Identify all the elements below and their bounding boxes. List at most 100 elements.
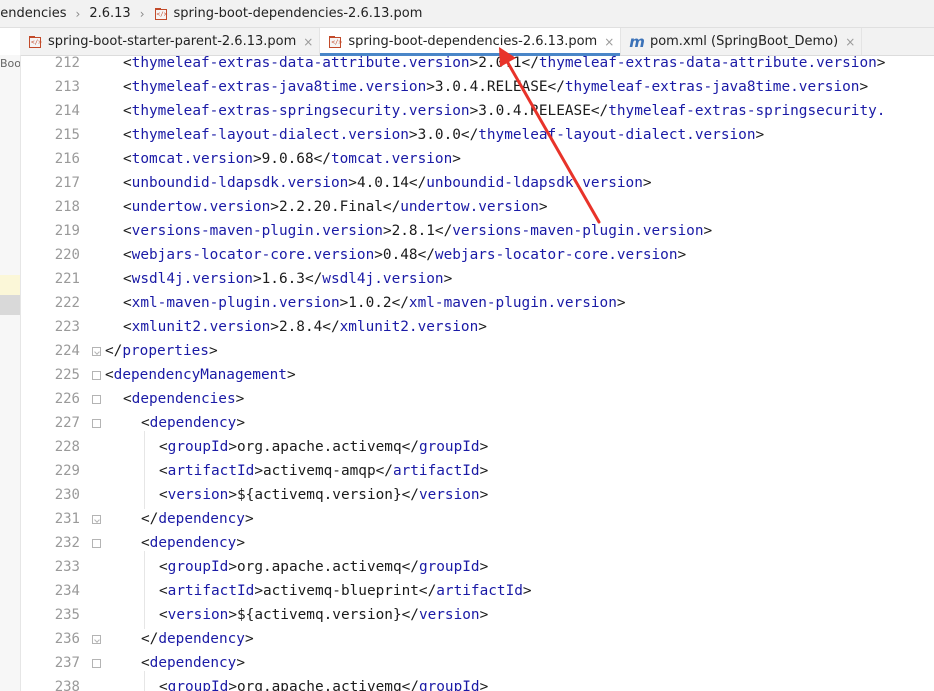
close-icon[interactable]: ×: [604, 35, 614, 49]
code-line[interactable]: 232 <dependency>: [20, 531, 934, 555]
code-line[interactable]: 216 <tomcat.version>9.0.68</tomcat.versio…: [20, 147, 934, 171]
xml-text: <: [159, 679, 168, 691]
code-line[interactable]: 228 <groupId>org.apache.activemq</groupId…: [20, 435, 934, 459]
xml-tag-name: tomcat.version: [131, 151, 253, 167]
code-line[interactable]: 221 <wsdl4j.version>1.6.3</wsdl4j.version…: [20, 267, 934, 291]
code-line[interactable]: 231 </dependency>: [20, 507, 934, 531]
xml-tag-name: dependencies: [131, 391, 236, 407]
fold-toggle-icon[interactable]: [92, 659, 101, 668]
code-line[interactable]: 222 <xml-maven-plugin.version>1.0.2</xml-…: [20, 291, 934, 315]
line-number: 237: [54, 655, 80, 671]
xml-text: >: [208, 343, 218, 359]
code-text: <thymeleaf-extras-java8time.version>3.0.…: [123, 75, 868, 99]
xml-tag-name: thymeleaf-extras-data-attribute.version: [131, 55, 470, 71]
code-editor[interactable]: 212 <thymeleaf-extras-data-attribute.vers…: [20, 55, 934, 691]
xml-text: >: [479, 463, 489, 479]
xml-text: <: [141, 415, 150, 431]
code-line[interactable]: 236 </dependency>: [20, 627, 934, 651]
xml-text: <: [123, 391, 132, 407]
xml-text: <: [105, 367, 114, 383]
code-line[interactable]: 227 <dependency>: [20, 411, 934, 435]
code-line[interactable]: 234 <artifactId>activemq-blueprint</artif…: [20, 579, 934, 603]
code-text: <artifactId>activemq-blueprint</artifact…: [159, 579, 532, 603]
code-line[interactable]: 219 <versions-maven-plugin.version>2.8.1<…: [20, 219, 934, 243]
xml-tag-name: version: [418, 487, 480, 503]
code-line[interactable]: 238 <groupId>org.apache.activemq</groupId…: [20, 675, 934, 691]
code-line[interactable]: 225 <dependencyManagement>: [20, 363, 934, 387]
breadcrumb-item-version[interactable]: 2.6.13: [89, 6, 130, 21]
line-number: 235: [54, 607, 80, 623]
xml-tag-name: xmlunit2.version: [131, 319, 271, 335]
close-icon[interactable]: ×: [303, 35, 313, 49]
code-line[interactable]: 218 <undertow.version>2.2.20.Final</under…: [20, 195, 934, 219]
fold-toggle-icon[interactable]: [92, 539, 101, 548]
maven-m-icon: m: [629, 32, 645, 51]
editor-tab-bar: </> spring-boot-starter-parent-2.6.13.po…: [20, 28, 934, 56]
code-line[interactable]: 226 <dependencies>: [20, 387, 934, 411]
fold-end-icon[interactable]: [92, 635, 101, 644]
xml-text: >: [244, 631, 254, 647]
code-line[interactable]: 215 <thymeleaf-layout-dialect.version>3.0…: [20, 123, 934, 147]
code-line[interactable]: 217 <unboundid-ldapsdk.version>4.0.14</un…: [20, 171, 934, 195]
code-text: <groupId>org.apache.activemq</groupId>: [159, 435, 488, 459]
xml-tag-name: dependency: [158, 511, 245, 527]
code-line[interactable]: 220 <webjars-locator-core.version>0.48</w…: [20, 243, 934, 267]
tab-spring-boot-dependencies[interactable]: </> spring-boot-dependencies-2.6.13.pom …: [320, 28, 622, 56]
fold-toggle-icon[interactable]: [92, 395, 101, 404]
maven-pom-icon: </>: [28, 35, 42, 49]
line-number: 238: [54, 679, 80, 691]
xml-text: <: [123, 319, 132, 335]
code-line[interactable]: 233 <groupId>org.apache.activemq</groupId…: [20, 555, 934, 579]
close-icon[interactable]: ×: [845, 35, 855, 49]
tab-spring-boot-starter-parent[interactable]: </> spring-boot-starter-parent-2.6.13.po…: [20, 28, 321, 55]
xml-text: >: [286, 367, 296, 383]
xml-text: >: [755, 127, 765, 143]
xml-text: >2.8.1</: [382, 223, 453, 239]
project-panel-edge[interactable]: Boo: [0, 55, 21, 691]
code-line[interactable]: 213 <thymeleaf-extras-java8time.version>3…: [20, 75, 934, 99]
xml-text: <: [123, 223, 132, 239]
code-line[interactable]: 212 <thymeleaf-extras-data-attribute.vers…: [20, 55, 934, 75]
breadcrumb-item-artifact[interactable]: pendencies: [0, 6, 67, 21]
fold-end-icon[interactable]: [92, 347, 101, 356]
tab-label: spring-boot-dependencies-2.6.13.pom: [348, 34, 598, 49]
code-line[interactable]: 230 <version>${activemq.version}</version…: [20, 483, 934, 507]
code-text: <dependency>: [141, 411, 245, 435]
code-text: <groupId>org.apache.activemq</groupId>: [159, 675, 488, 691]
fold-toggle-icon[interactable]: [92, 371, 101, 380]
code-line[interactable]: 237 <dependency>: [20, 651, 934, 675]
line-number: 220: [54, 247, 80, 263]
tab-pom-xml[interactable]: m pom.xml (SpringBoot_Demo) ×: [621, 28, 863, 55]
code-line[interactable]: 224 </properties>: [20, 339, 934, 363]
xml-text: </: [105, 343, 123, 359]
breadcrumb-separator-icon: ›: [75, 6, 81, 21]
maven-pom-icon: </>: [328, 35, 342, 49]
code-line[interactable]: 229 <artifactId>activemq-amqp</artifactId…: [20, 459, 934, 483]
breadcrumb-item-file[interactable]: spring-boot-dependencies-2.6.13.pom: [174, 6, 423, 21]
line-number: 213: [54, 79, 80, 95]
xml-text: >9.0.68</: [252, 151, 331, 167]
code-line[interactable]: 235 <version>${activemq.version}</version…: [20, 603, 934, 627]
xml-tag-name: thymeleaf-extras-springsecurity.: [608, 103, 886, 119]
xml-text: >: [479, 559, 489, 575]
code-text: <wsdl4j.version>1.6.3</wsdl4j.version>: [123, 267, 452, 291]
xml-tag-name: artifactId: [392, 463, 480, 479]
xml-text: <: [159, 559, 168, 575]
project-panel-text: Boo: [0, 57, 21, 70]
tab-label: spring-boot-starter-parent-2.6.13.pom: [48, 34, 297, 49]
code-text: <version>${activemq.version}</version>: [159, 603, 488, 627]
xml-text: >: [479, 607, 489, 623]
xml-text: <: [123, 79, 132, 95]
xml-text: <: [159, 463, 168, 479]
fold-end-icon[interactable]: [92, 515, 101, 524]
code-line[interactable]: 214 <thymeleaf-extras-springsecurity.vers…: [20, 99, 934, 123]
line-number: 231: [54, 511, 80, 527]
xml-text: <: [159, 607, 168, 623]
xml-tag-name: properties: [122, 343, 209, 359]
code-text: <undertow.version>2.2.20.Final</undertow…: [123, 195, 548, 219]
fold-toggle-icon[interactable]: [92, 419, 101, 428]
code-line[interactable]: 223 <xmlunit2.version>2.8.4</xmlunit2.ver…: [20, 315, 934, 339]
xml-tag-name: version: [167, 607, 229, 623]
xml-text: >: [703, 223, 713, 239]
xml-text: >: [478, 319, 487, 335]
